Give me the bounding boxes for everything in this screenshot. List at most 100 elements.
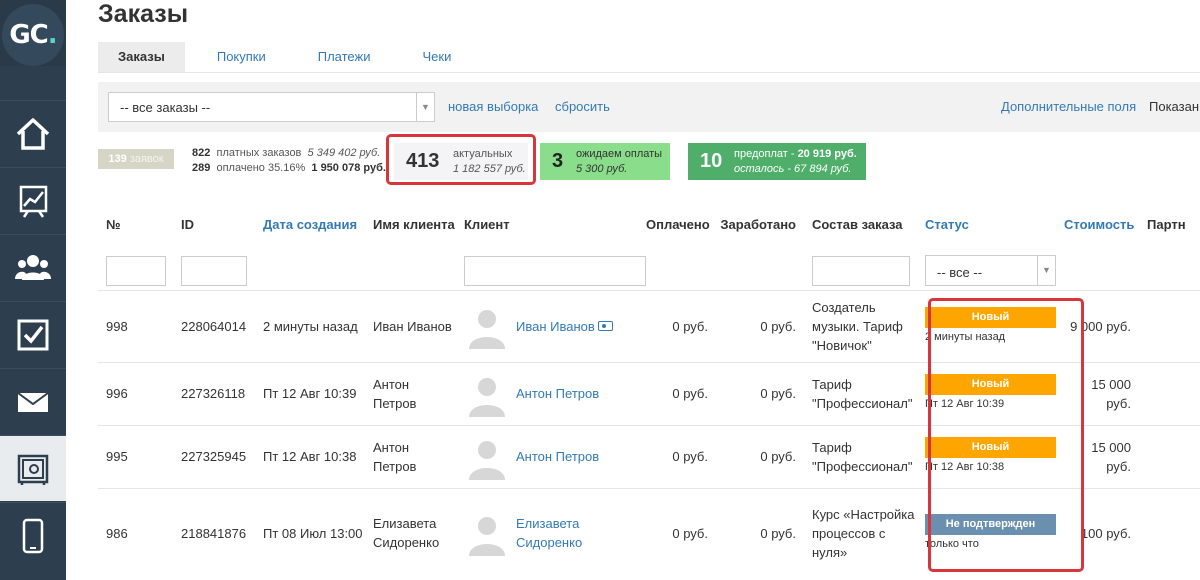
order-paid: 0 руб. <box>646 361 716 425</box>
col-header-created[interactable]: Дата создания <box>255 196 365 252</box>
sidebar-item-tasks[interactable] <box>0 301 66 367</box>
tab-purchases[interactable]: Покупки <box>197 42 286 72</box>
filter-row: -- все -- ▼ <box>98 252 1200 290</box>
avatar <box>464 303 510 349</box>
requests-count: 139 <box>108 153 127 165</box>
col-header-client-name: Имя клиента <box>373 216 455 232</box>
tabs: Заказы Покупки Платежи Чеки <box>98 42 483 72</box>
tab-orders[interactable]: Заказы <box>98 42 185 72</box>
prepay-sum: 20 919 руб. <box>797 148 857 160</box>
sidebar-item-mail[interactable] <box>0 368 66 434</box>
awaiting-sum: 5 300 руб. <box>576 163 628 175</box>
reset-link[interactable]: сбросить <box>555 99 610 114</box>
paid-done-count: 289 <box>192 162 211 174</box>
filter-composition-input[interactable] <box>812 255 910 286</box>
order-id: 227325945 <box>173 424 255 488</box>
filter-id-input[interactable] <box>181 255 247 286</box>
remain-label: осталось - <box>734 163 795 175</box>
requests-badge[interactable]: 139 заявок <box>98 149 174 169</box>
sidebar: GC. <box>0 0 66 580</box>
paid-label: платных заказов <box>216 147 302 159</box>
order-number-link[interactable]: 995 <box>98 424 173 488</box>
order-created: Пт 12 Авг 10:38 <box>255 424 365 488</box>
stats-row: 139 заявок 822 платных заказов 5 349 402… <box>98 140 1200 185</box>
client-name: Антон Петров <box>365 361 456 425</box>
avatar <box>464 370 510 417</box>
order-paid: 0 руб. <box>646 424 716 488</box>
col-header-status[interactable]: Статус <box>917 196 1064 252</box>
col-header-id[interactable]: ID <box>173 196 255 252</box>
avatar <box>464 510 510 557</box>
prepay-count: 10 <box>700 150 723 172</box>
col-header-earned: Заработано <box>720 216 796 232</box>
client-link[interactable]: Елизавета Сидоренко <box>516 514 646 552</box>
col-header-client: Клиент <box>464 216 510 232</box>
prepayments-box[interactable]: 10 предоплат - 20 919 руб. осталось - 67… <box>688 143 866 180</box>
order-number-link[interactable]: 998 <box>98 289 173 362</box>
sidebar-item-mobile[interactable] <box>0 502 66 568</box>
order-earned: 0 руб. <box>716 289 804 362</box>
col-header-partner: Партн <box>1147 216 1186 232</box>
prepay-label: предоплат - <box>734 148 798 160</box>
order-id: 228064014 <box>173 289 255 362</box>
order-paid: 0 руб. <box>646 487 716 578</box>
checkbox-icon <box>17 319 49 350</box>
shown-label: Показан <box>1149 99 1200 114</box>
tab-payments[interactable]: Платежи <box>298 42 391 72</box>
table-header-row: № ID Дата создания Имя клиента Клиент Оп… <box>98 196 1200 252</box>
sidebar-item-home[interactable] <box>0 100 66 166</box>
sidebar-item-sales[interactable] <box>0 435 66 501</box>
client-link[interactable]: Антон Петров <box>516 447 599 466</box>
requests-label: заявок <box>129 153 164 165</box>
sidebar-item-stats[interactable] <box>0 167 66 233</box>
col-header-composition: Состав заказа <box>812 216 903 232</box>
client-link[interactable]: Иван Иванов <box>516 317 613 336</box>
order-composition-link[interactable]: Тариф "Профессионал" <box>804 361 917 425</box>
logo-dot: . <box>47 20 58 50</box>
order-number-link[interactable]: 996 <box>98 361 173 425</box>
order-id: 218841876 <box>173 487 255 578</box>
order-composition-link[interactable]: Тариф "Профессионал" <box>804 424 917 488</box>
mail-icon <box>17 391 49 412</box>
client-name: Елизавета Сидоренко <box>365 487 456 578</box>
order-composition-link[interactable]: Курс «Настройка процессов с нуля» <box>804 487 917 578</box>
order-earned: 0 руб. <box>716 424 804 488</box>
logo[interactable]: GC. <box>0 0 66 66</box>
client-name: Антон Петров <box>365 424 456 488</box>
paid-count: 822 <box>192 147 211 159</box>
id-card-icon <box>597 321 613 332</box>
main-content: Заказы Заказы Покупки Платежи Чеки -- вс… <box>66 0 1200 580</box>
status-filter-select[interactable]: -- все -- ▼ <box>925 255 1056 287</box>
client-link[interactable]: Антон Петров <box>516 384 599 403</box>
order-id: 227326118 <box>173 361 255 425</box>
chevron-down-icon: ▼ <box>1037 256 1055 286</box>
orders-filter-select[interactable]: -- все заказы -- ▼ <box>108 92 435 122</box>
chart-icon <box>19 185 48 218</box>
extra-fields-link[interactable]: Дополнительные поля <box>1001 99 1136 114</box>
client-name: Иван Иванов <box>365 289 456 362</box>
orders-filter-value: -- все заказы -- <box>120 100 211 115</box>
col-header-cost[interactable]: Стоимость <box>1064 196 1139 252</box>
tab-receipts[interactable]: Чеки <box>402 42 471 72</box>
remain-sum: 67 894 руб. <box>794 163 852 175</box>
order-created: Пт 12 Авг 10:39 <box>255 361 365 425</box>
new-selection-link[interactable]: новая выборка <box>448 99 538 114</box>
paid-sum: 5 349 402 руб. <box>307 147 381 159</box>
filter-no-input[interactable] <box>106 255 166 286</box>
awaiting-payment-box[interactable]: 3 ожидаем оплаты 5 300 руб. <box>540 143 670 180</box>
chevron-down-icon: ▼ <box>416 93 434 121</box>
order-earned: 0 руб. <box>716 361 804 425</box>
tabs-divider <box>98 72 1200 73</box>
status-filter-value: -- все -- <box>937 265 983 281</box>
filter-bar: -- все заказы -- ▼ новая выборка сбросит… <box>98 82 1200 132</box>
order-number-link[interactable]: 986 <box>98 487 173 578</box>
highlight-actual <box>386 134 536 185</box>
order-created: 2 минуты назад <box>255 289 365 362</box>
remain-line: осталось - 67 894 руб. <box>734 163 852 175</box>
col-header-no[interactable]: № <box>98 196 173 252</box>
order-created: Пт 08 Июл 13:00 <box>255 487 365 578</box>
sidebar-item-users[interactable] <box>0 234 66 300</box>
order-composition-link[interactable]: Создатель музыки. Тариф "Новичок" <box>804 289 917 362</box>
order-earned: 0 руб. <box>716 487 804 578</box>
filter-client-input[interactable] <box>464 255 646 286</box>
